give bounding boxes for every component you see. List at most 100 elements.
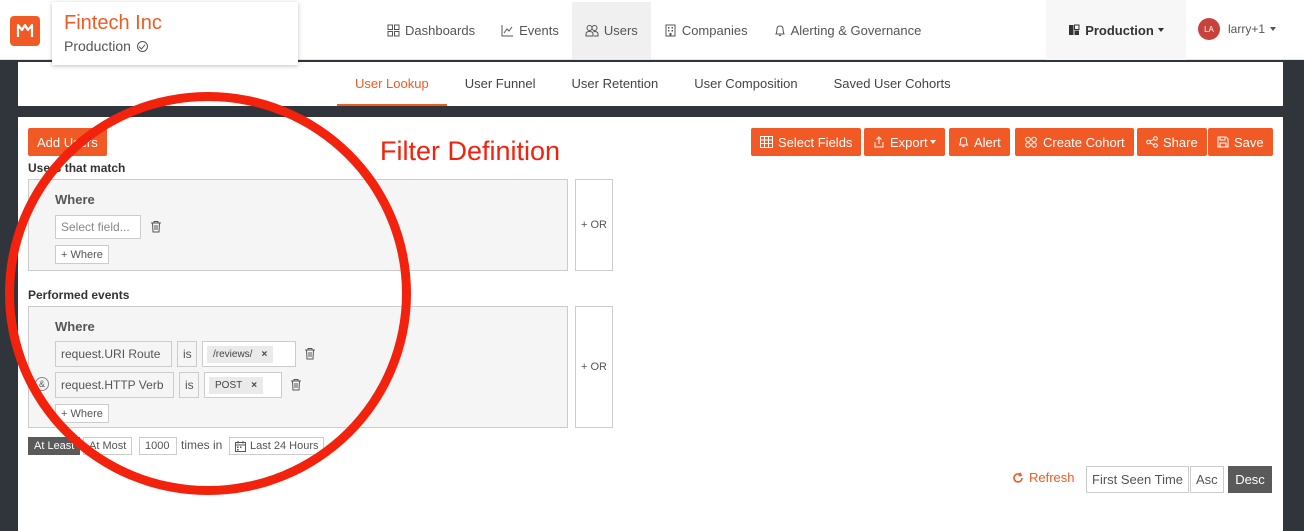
refresh-icon — [1013, 471, 1023, 483]
operator-select[interactable]: is — [179, 372, 199, 398]
logo-icon — [16, 23, 34, 37]
sort-asc-button[interactable]: Asc — [1190, 466, 1224, 493]
performed-events-filter: Where request.URI Route is /reviews/ × &… — [28, 306, 568, 428]
add-users-button[interactable]: Add Users — [28, 128, 107, 156]
main-panel: Add Users Select Fields Export Alert Cre… — [18, 117, 1283, 531]
trash-icon[interactable] — [150, 220, 162, 233]
add-users-label: Add Users — [37, 134, 98, 150]
at-least-toggle[interactable]: At Least — [28, 437, 81, 455]
org-name: Fintech Inc — [64, 12, 162, 34]
and-connector: & — [35, 377, 49, 391]
table-icon — [760, 136, 773, 148]
value-input[interactable]: /reviews/ × — [202, 341, 296, 367]
tab-user-composition[interactable]: User Composition — [676, 62, 815, 106]
create-cohort-label: Create Cohort — [1043, 134, 1125, 150]
trash-icon[interactable] — [304, 347, 316, 360]
select-fields-button[interactable]: Select Fields — [751, 128, 862, 156]
performed-events-label: Performed events — [28, 288, 130, 302]
building-icon — [665, 24, 676, 37]
date-range-label: Last 24 Hours — [250, 440, 319, 452]
app-logo[interactable] — [10, 16, 40, 46]
tab-saved-user-cohorts[interactable]: Saved User Cohorts — [816, 62, 969, 106]
nav-alerting[interactable]: Alerting & Governance — [761, 2, 935, 59]
org-switcher[interactable]: Fintech Inc Production — [52, 2, 298, 65]
sub-nav: User Lookup User Funnel User Retention U… — [18, 62, 1283, 106]
bell-icon — [958, 136, 969, 148]
export-label: Export — [890, 134, 928, 150]
chevron-down-icon — [1270, 27, 1277, 31]
nav-events[interactable]: Events — [488, 2, 572, 59]
count-input[interactable]: 1000 — [139, 437, 177, 455]
operator-select[interactable]: is — [177, 341, 197, 367]
check-circle-icon — [136, 41, 148, 52]
tab-user-funnel[interactable]: User Funnel — [447, 62, 554, 106]
chevron-down-icon — [1157, 28, 1164, 32]
user-menu[interactable]: LA larry+1 — [1198, 18, 1277, 40]
refresh-label: Refresh — [1029, 470, 1075, 485]
users-icon — [585, 25, 599, 37]
times-in-label: times in — [181, 438, 223, 452]
sort-field-select[interactable]: First Seen Time — [1086, 466, 1190, 493]
where-title: Where — [55, 192, 95, 207]
nav-dashboards[interactable]: Dashboards — [374, 2, 488, 59]
environment-selector[interactable]: Production — [1046, 0, 1186, 60]
refresh-button[interactable]: Refresh — [1012, 470, 1075, 485]
avatar: LA — [1198, 18, 1220, 40]
or-button[interactable]: + OR — [575, 306, 613, 428]
environment-label: Production — [1085, 22, 1154, 38]
nav-alerting-label: Alerting & Governance — [790, 23, 922, 38]
nav-dashboards-label: Dashboards — [405, 23, 476, 38]
users-match-filter: Where Select field... + Where — [28, 179, 568, 271]
or-button[interactable]: + OR — [575, 179, 613, 271]
value-tag: /reviews/ × — [207, 346, 274, 363]
value-tag-label: POST — [215, 380, 243, 391]
nav-companies[interactable]: Companies — [651, 2, 761, 59]
chevron-down-icon — [929, 140, 936, 144]
save-label: Save — [1234, 134, 1264, 150]
share-button[interactable]: Share — [1137, 128, 1207, 156]
tab-user-lookup[interactable]: User Lookup — [337, 62, 447, 106]
nav-events-label: Events — [519, 23, 559, 38]
value-tag: POST × — [209, 377, 264, 394]
environment-icon — [1069, 24, 1080, 35]
annotation-label: Filter Definition — [380, 136, 561, 166]
at-most-toggle[interactable]: At Most — [83, 437, 133, 455]
nav-users-label: Users — [603, 23, 638, 38]
where-title: Where — [55, 319, 95, 334]
close-icon[interactable]: × — [261, 349, 267, 360]
share-label: Share — [1163, 134, 1198, 150]
close-icon[interactable]: × — [251, 380, 257, 391]
save-icon — [1217, 136, 1229, 148]
value-input[interactable]: POST × — [204, 372, 282, 398]
event-field-select[interactable]: request.HTTP Verb — [55, 372, 174, 398]
users-match-label: Users that match — [28, 161, 126, 175]
nav-companies-label: Companies — [681, 23, 748, 38]
org-environment: Production — [64, 38, 148, 54]
user-name: larry+1 — [1228, 22, 1266, 36]
trash-icon[interactable] — [290, 378, 302, 391]
alert-label: Alert — [974, 134, 1001, 150]
add-where-button[interactable]: + Where — [55, 404, 109, 423]
select-fields-label: Select Fields — [778, 134, 853, 150]
add-where-button[interactable]: + Where — [55, 245, 109, 264]
dashboard-icon — [387, 24, 400, 37]
sort-desc-button[interactable]: Desc — [1228, 466, 1272, 493]
event-field-select[interactable]: request.URI Route — [55, 341, 172, 367]
calendar-icon — [235, 440, 246, 452]
select-field-input[interactable]: Select field... — [55, 215, 141, 239]
share-icon — [1146, 136, 1158, 148]
tab-user-retention[interactable]: User Retention — [554, 62, 677, 106]
date-range-picker[interactable]: Last 24 Hours — [229, 437, 325, 455]
nav-users[interactable]: Users — [571, 2, 651, 59]
org-environment-label: Production — [64, 38, 131, 54]
main-nav: Dashboards Events Users Companies Alerti… — [374, 2, 934, 59]
line-chart-icon — [501, 25, 514, 37]
users-icon — [1025, 136, 1037, 148]
create-cohort-button[interactable]: Create Cohort — [1015, 128, 1134, 156]
value-tag-label: /reviews/ — [213, 349, 253, 360]
alert-button[interactable]: Alert — [949, 128, 1010, 156]
export-button[interactable]: Export — [864, 128, 945, 156]
bell-icon — [774, 25, 785, 37]
export-icon — [874, 136, 884, 148]
save-button[interactable]: Save — [1208, 128, 1273, 156]
